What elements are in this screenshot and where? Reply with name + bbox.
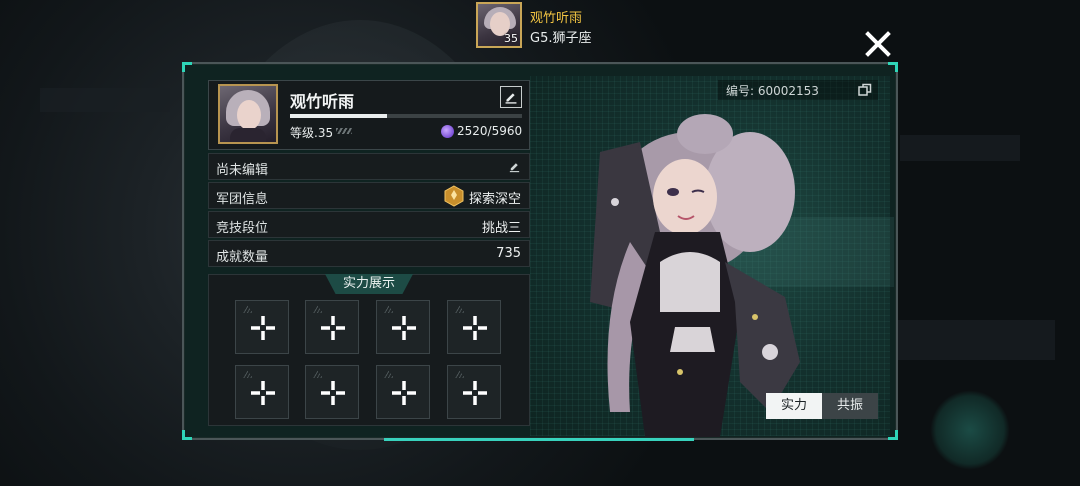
slot-corner-mark [453,370,465,378]
showcase-title: 实力展示 [325,274,413,294]
plus-icon [321,316,345,340]
plus-icon [251,316,275,340]
close-button[interactable] [864,30,892,58]
background-menu-bar [40,88,170,112]
exp-gem-icon [441,125,454,138]
player-name: 观竹听雨 [290,92,355,111]
player-uid: 编号: 60002153 [718,80,878,100]
header-player-name: 观竹听雨 [530,11,583,26]
showcase-slot[interactable] [305,300,359,354]
level-decor-stripes [336,128,352,134]
slot-corner-mark [241,305,253,313]
background-menu-bar [895,320,1055,360]
showcase-slot[interactable] [376,300,430,354]
showcase-slot[interactable] [447,365,501,419]
avatar-face [237,100,261,130]
player-avatar[interactable] [218,84,278,144]
edit-icon [505,93,517,104]
player-level: 等级.35 [290,126,334,140]
copy-icon[interactable] [858,83,872,97]
view-tabs: 实力 共振 [766,393,878,419]
plus-icon [251,381,275,405]
plus-icon [463,381,487,405]
exp-value: 2520/5960 [457,124,523,138]
plus-icon [392,316,416,340]
showcase-slot[interactable] [235,300,289,354]
edit-icon[interactable] [508,160,521,173]
slot-corner-mark [382,305,394,313]
exp-progress-bar [290,114,522,118]
header-avatar[interactable]: 35 [476,2,522,48]
achievement-value: 735 [496,246,521,261]
plus-icon [463,316,487,340]
legion-row[interactable]: 军团信息 探索深空 [208,182,530,209]
slot-corner-mark [311,305,323,313]
arena-rank-label: 竞技段位 [216,221,269,236]
showcase-slot[interactable] [447,300,501,354]
slot-corner-mark [453,305,465,313]
tab-resonance[interactable]: 共振 [822,393,878,419]
slot-corner-mark [382,370,394,378]
legion-badge-icon [444,185,464,207]
frame-corner [182,62,192,72]
showcase-slot[interactable] [235,365,289,419]
frame-bottom-glow [384,438,694,441]
tab-strength[interactable]: 实力 [766,393,822,419]
character-illustration [590,114,800,437]
exp-progress-fill [290,114,388,118]
header-avatar-level: 35 [504,32,518,45]
close-icon [865,31,891,57]
avatar-body [230,128,266,142]
plus-icon [392,381,416,405]
signature-label: 尚未编辑 [216,163,269,178]
slot-corner-mark [241,370,253,378]
legion-label: 军团信息 [216,192,269,207]
plus-icon [321,381,345,405]
legion-value: 探索深空 [468,192,521,207]
signature-row[interactable]: 尚未编辑 [208,153,530,180]
achievement-label: 成就数量 [216,250,269,265]
achievement-row: 成就数量 735 [208,240,530,267]
showcase-slot[interactable] [376,365,430,419]
slot-corner-mark [311,370,323,378]
frame-corner [182,430,192,440]
showcase-slot[interactable] [305,365,359,419]
edit-name-button[interactable] [500,86,522,108]
header-subtitle: G5.狮子座 [530,31,592,46]
arena-rank-row: 竞技段位 挑战三 [208,211,530,238]
frame-corner [888,62,898,72]
background-menu-bar [900,135,1020,161]
arena-rank-value: 挑战三 [481,221,521,236]
background-orb [930,390,1010,470]
